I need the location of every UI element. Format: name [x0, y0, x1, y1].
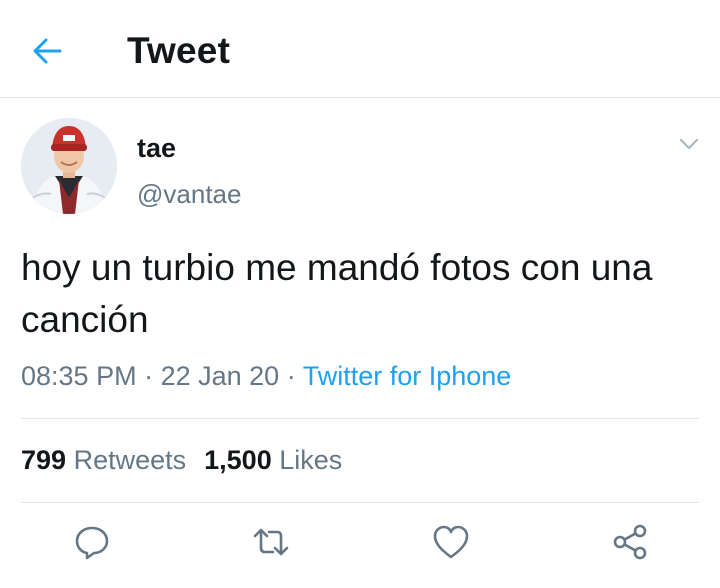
tweet-meta: 08:35 PM · 22 Jan 20 · Twitter for Iphon…: [21, 361, 511, 392]
share-icon[interactable]: [610, 522, 650, 562]
meta-separator: ·: [136, 361, 161, 391]
tweet-date: 22 Jan 20: [160, 361, 280, 391]
divider: [21, 502, 699, 503]
retweets-stat[interactable]: 799 Retweets: [21, 445, 186, 475]
reply-icon[interactable]: [72, 522, 112, 562]
like-icon[interactable]: [431, 522, 471, 562]
author-handle[interactable]: @vantae: [137, 179, 241, 210]
chevron-down-icon[interactable]: [676, 134, 702, 154]
author-display-name[interactable]: tae: [137, 133, 176, 164]
divider: [21, 418, 699, 419]
back-arrow-icon[interactable]: [30, 34, 64, 68]
tweet-text: hoy un turbio me mandó fotos con una can…: [21, 247, 653, 340]
retweet-icon[interactable]: [251, 522, 291, 562]
likes-count: 1,500: [204, 445, 272, 475]
likes-label: Likes: [279, 445, 343, 475]
likes-stat[interactable]: 1,500 Likes: [204, 445, 342, 475]
page-title: Tweet: [127, 30, 231, 71]
tweet-time: 08:35 PM: [21, 361, 137, 391]
top-app-bar: Tweet: [0, 0, 720, 98]
avatar[interactable]: [21, 118, 117, 214]
tweet-source-link[interactable]: Twitter for Iphone: [303, 361, 512, 391]
meta-separator: ·: [279, 361, 303, 391]
retweets-label: Retweets: [73, 445, 187, 475]
avatar-image: [21, 118, 117, 214]
retweets-count: 799: [21, 445, 67, 475]
tweet-stats: 799 Retweets 1,500 Likes: [21, 445, 342, 476]
